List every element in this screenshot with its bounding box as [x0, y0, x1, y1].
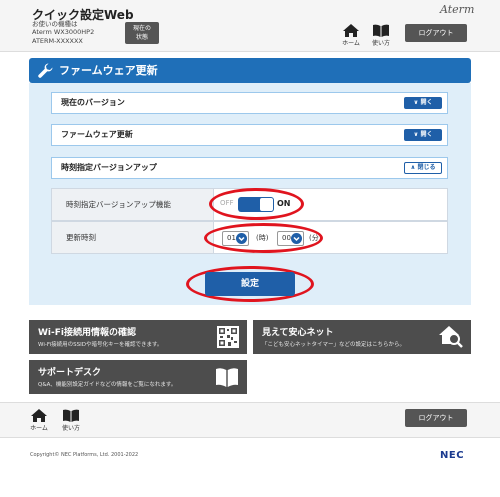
- highlight-oval-toggle: [209, 188, 304, 220]
- footer-home-button[interactable]: ホーム: [26, 409, 52, 432]
- footer-logout-button[interactable]: ログアウト: [405, 409, 467, 427]
- book-icon: [373, 24, 389, 37]
- wifi-info-tile[interactable]: Wi-Fi接続用情報の確認 Wi-Fi接続用のSSIDや暗号化キーを確認できます…: [29, 320, 247, 354]
- home-icon: [343, 24, 359, 37]
- accordion-scheduled-update[interactable]: 時刻指定バージョンアップ ∧ 閉じる: [51, 157, 448, 179]
- home-icon: [31, 409, 47, 422]
- highlight-oval-time: [204, 223, 323, 253]
- device-ssid: ATERM-XXXXXX: [32, 37, 83, 45]
- accordion-firmware-update[interactable]: ファームウェア更新 ∨ 開く: [51, 124, 448, 146]
- wrench-icon: [38, 63, 53, 78]
- logout-button[interactable]: ログアウト: [405, 24, 467, 42]
- nec-logo: NEC: [440, 450, 465, 461]
- copyright: Copyright© NEC Platforms, Ltd. 2001-2022: [30, 452, 139, 458]
- support-desk-tile[interactable]: サポートデスク Q&A、機能別設定ガイドなどの情報をご覧になれます。: [29, 360, 247, 394]
- footer-help-button[interactable]: 使い方: [58, 409, 84, 432]
- open-button[interactable]: ∨ 開く: [404, 129, 442, 141]
- submit-button[interactable]: 設定: [205, 272, 295, 296]
- footer-bar: ホーム 使い方 ログアウト: [0, 402, 500, 438]
- auto-update-label: 時刻指定バージョンアップ機能: [52, 189, 214, 220]
- update-time-label: 更新時刻: [52, 222, 214, 253]
- current-status-button[interactable]: 現在の 状態: [125, 22, 159, 44]
- book-icon: [63, 409, 79, 422]
- section-title: ファームウェア更新: [29, 58, 471, 83]
- mieteanshin-tile[interactable]: 見えて安心ネット 「こども安心ネットタイマー」などの設定はこちらから。: [253, 320, 471, 354]
- help-button[interactable]: 使い方: [368, 24, 394, 47]
- device-model: Aterm WX3000HP2: [32, 28, 95, 36]
- close-button[interactable]: ∧ 閉じる: [404, 162, 442, 174]
- accordion-current-version[interactable]: 現在のバージョン ∨ 開く: [51, 92, 448, 114]
- device-prefix: お使いの機種は: [32, 20, 78, 28]
- qr-code-icon: [217, 326, 239, 348]
- home-button[interactable]: ホーム: [338, 24, 364, 47]
- open-button[interactable]: ∨ 開く: [404, 97, 442, 109]
- page-header: クイック設定Web お使いの機種は Aterm WX3000HP2 ATERM-…: [0, 0, 500, 52]
- aterm-logo: Aterm: [440, 3, 475, 16]
- book-icon: [216, 368, 238, 387]
- home-search-icon: [439, 326, 463, 348]
